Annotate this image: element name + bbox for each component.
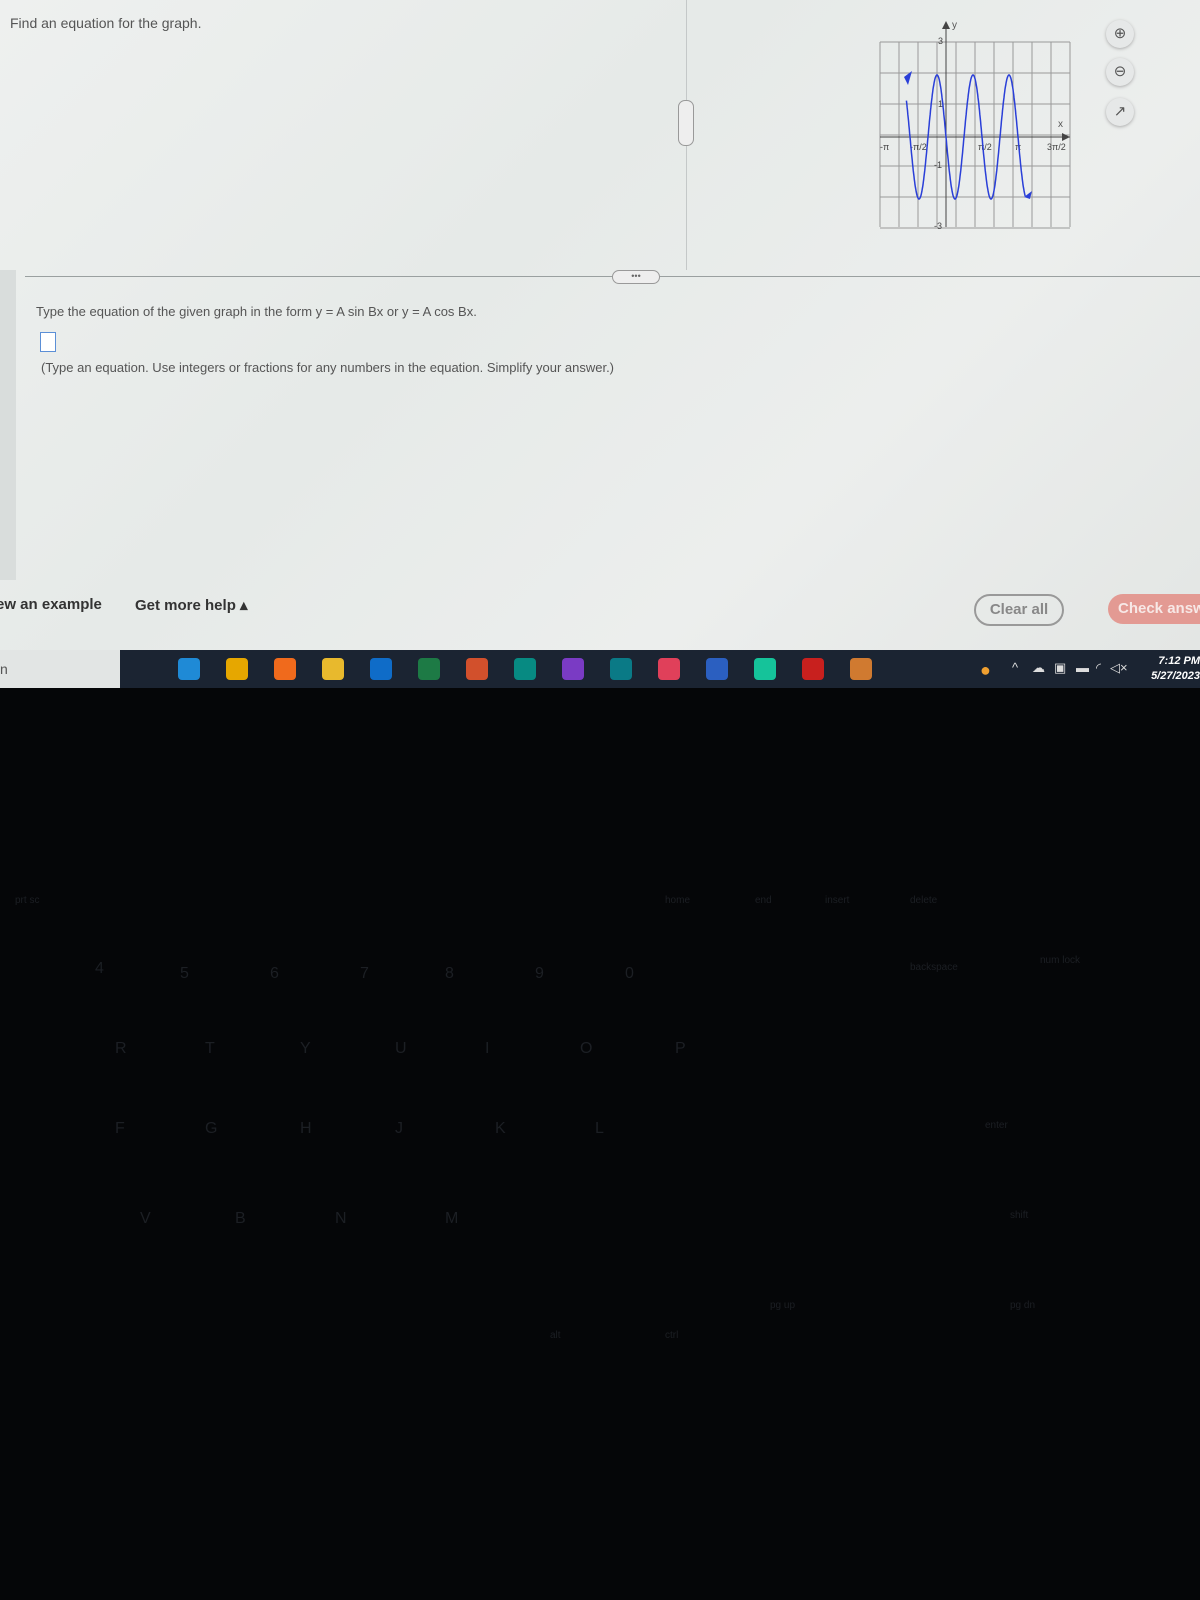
edge-icon[interactable] [178, 658, 200, 680]
key-F: F [115, 1120, 125, 1137]
instruction-text: Type the equation of the given graph in … [36, 304, 477, 319]
x-tick-label: 3π/2 [1047, 142, 1066, 152]
key-pg-up: pg up [770, 1300, 796, 1311]
y-tick-label: -3 [934, 221, 942, 231]
x-axis-arrow [1062, 133, 1070, 141]
teams-icon[interactable] [850, 658, 872, 680]
key-N: N [335, 1210, 347, 1227]
get-more-help-link[interactable]: Get more help ▴ [135, 596, 248, 614]
y-axis-label: y [952, 20, 957, 31]
key-J: J [395, 1120, 403, 1137]
more-button[interactable]: ••• [612, 270, 660, 284]
clear-all-button[interactable]: Clear all [974, 594, 1064, 626]
key-6: 6 [270, 965, 279, 982]
key-pg-dn: pg dn [1010, 1300, 1036, 1311]
hint-text: (Type an equation. Use integers or fract… [41, 360, 615, 375]
key-ctrl: ctrl [665, 1330, 679, 1341]
key-5: 5 [180, 965, 189, 982]
key-shift: shift [1010, 1210, 1029, 1221]
key-K: K [495, 1120, 506, 1137]
x-tick-label: -π/2 [910, 142, 927, 152]
chrome-icon[interactable] [226, 658, 248, 680]
key-num-lock: num lock [1040, 955, 1081, 966]
clock-date: 5/27/2023 [1151, 670, 1200, 682]
key-U: U [395, 1040, 407, 1057]
zoom-in-icon: ⊕ [1113, 25, 1127, 42]
key-9: 9 [535, 965, 544, 982]
task-view-icon[interactable] [130, 658, 152, 680]
key-7: 7 [360, 965, 369, 982]
question-title: Find an equation for the graph. [10, 15, 202, 31]
powerpoint-icon[interactable] [466, 658, 488, 680]
creative-cloud-icon[interactable] [658, 658, 680, 680]
answer-input[interactable] [40, 332, 56, 352]
key-insert: insert [825, 895, 850, 906]
onenote-icon[interactable] [562, 658, 584, 680]
pane-resize-handle[interactable] [678, 100, 694, 146]
key-enter: enter [985, 1120, 1008, 1131]
y-tick-label: -1 [934, 160, 942, 170]
wifi-icon[interactable]: ◜ [1096, 660, 1101, 676]
key-H: H [300, 1120, 312, 1137]
y-tick-label: 3 [938, 36, 943, 46]
key-end: end [755, 895, 772, 906]
sway-icon[interactable] [610, 658, 632, 680]
key-M: M [445, 1210, 459, 1227]
display-icon[interactable]: ▣ [1054, 660, 1066, 676]
key-B: B [235, 1210, 246, 1227]
acrobat-icon[interactable] [802, 658, 824, 680]
key-prt-sc: prt sc [15, 895, 40, 906]
key-R: R [115, 1040, 127, 1057]
view-example-link[interactable]: ew an example [0, 596, 102, 613]
battery-icon[interactable]: ▬ [1076, 660, 1089, 675]
key-alt: alt [550, 1330, 561, 1341]
left-scrollbar[interactable] [0, 270, 16, 580]
key-delete: delete [910, 895, 938, 906]
grammarly-icon[interactable] [754, 658, 776, 680]
key-T: T [205, 1040, 215, 1057]
key-4: 4 [95, 960, 104, 977]
x-tick-label: π/2 [978, 142, 992, 152]
key-O: O [580, 1040, 593, 1057]
firefox-icon[interactable] [274, 658, 296, 680]
file-explorer-icon[interactable] [322, 658, 344, 680]
chevron-up-icon[interactable]: ^ [1012, 660, 1018, 675]
key-P: P [675, 1040, 686, 1057]
key-I: I [485, 1040, 490, 1057]
key-home: home [665, 895, 691, 906]
key-G: G [205, 1120, 218, 1137]
key-backspace: backspace [910, 962, 958, 973]
key-L: L [595, 1120, 604, 1137]
check-answer-button[interactable]: Check answ [1108, 594, 1200, 624]
graph-grid [879, 41, 1071, 229]
popout-button[interactable]: ↗ [1106, 98, 1134, 126]
key-8: 8 [445, 965, 454, 982]
weather-icon[interactable]: ● [980, 660, 991, 681]
x-axis-label: x [1058, 119, 1063, 130]
y-axis-arrow [942, 21, 950, 29]
outlook-icon[interactable] [370, 658, 392, 680]
clock-time: 7:12 PM [1158, 655, 1200, 667]
onedrive-icon[interactable]: ☁ [1032, 660, 1045, 676]
taskbar-search[interactable]: n [0, 650, 120, 688]
publisher-icon[interactable] [514, 658, 536, 680]
x-tick-label: -π [880, 142, 889, 152]
word-icon[interactable] [706, 658, 728, 680]
zoom-in-button[interactable]: ⊕ [1106, 20, 1134, 48]
taskbar-clock[interactable]: 7:12 PM 5/27/2023 [1124, 654, 1200, 684]
zoom-out-button[interactable]: ⊖ [1106, 58, 1134, 86]
key-Y: Y [300, 1040, 311, 1057]
excel-icon[interactable] [418, 658, 440, 680]
key-0: 0 [625, 965, 634, 982]
key-V: V [140, 1210, 151, 1227]
external-link-icon: ↗ [1113, 103, 1127, 120]
zoom-out-icon: ⊖ [1113, 63, 1127, 80]
sine-graph: x y -π -π/2 π/2 π 3π/2 3 1 -1 -3 [879, 20, 1071, 231]
browser-viewport: Find an equation for the graph. x y -π -… [0, 0, 1200, 650]
